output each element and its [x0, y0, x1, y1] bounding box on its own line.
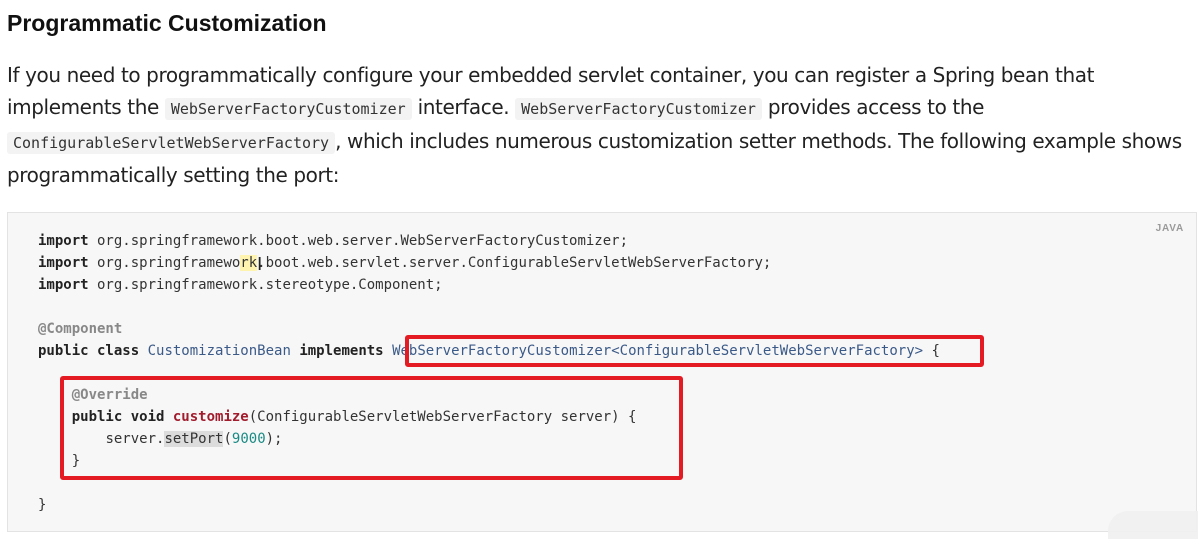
- keyword: public class: [38, 343, 140, 359]
- inline-code: ConfigurableServletWebServerFactory: [7, 132, 336, 154]
- keyword: import: [38, 255, 89, 271]
- paragraph-text: provides access to the: [761, 95, 985, 119]
- overlay-widget: [1108, 511, 1198, 539]
- paragraph-text: interface.: [411, 95, 516, 119]
- text-cursor-icon: I: [257, 254, 263, 275]
- import-line-3: org.springframework.stereotype.Component…: [88, 277, 443, 293]
- class-name: CustomizationBean: [147, 343, 291, 359]
- component-annotation: @Component: [38, 321, 123, 337]
- highlight-box-interface: [405, 335, 984, 367]
- cursor-highlight: rk: [240, 255, 258, 271]
- section-heading: Programmatic Customization: [7, 10, 327, 36]
- keyword: import: [38, 233, 89, 249]
- inline-code: WebServerFactoryCustomizer: [515, 98, 762, 120]
- brace: }: [38, 497, 47, 513]
- import-line-2: org.springframewo: [88, 255, 241, 271]
- intro-paragraph: If you need to programmatically configur…: [7, 59, 1182, 191]
- keyword: implements: [299, 343, 384, 359]
- import-line-1: org.springframework.boot.web.server.WebS…: [88, 233, 629, 249]
- keyword: import: [38, 277, 89, 293]
- code-language-label: JAVA: [1155, 223, 1184, 234]
- inline-code: WebServerFactoryCustomizer: [164, 98, 412, 120]
- import-line-2-rest: .boot.web.servlet.server.ConfigurableSer…: [257, 255, 772, 271]
- highlight-box-method: [60, 376, 683, 480]
- code-block[interactable]: JAVA import org.springframework.boot.web…: [7, 212, 1197, 532]
